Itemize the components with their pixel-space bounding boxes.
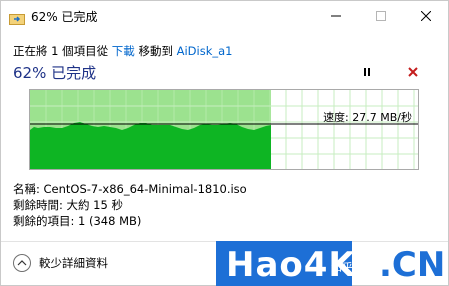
window-title: 62% 已完成	[31, 10, 98, 24]
speed-area	[30, 122, 271, 169]
transfer-prefix: 正在將 1 個項目從	[13, 44, 109, 58]
pause-button[interactable]	[359, 64, 375, 80]
time-remaining: 剩餘時間: 大約 15 秒	[13, 198, 123, 212]
transfer-middle: 移動到	[138, 44, 173, 58]
progress-headline: 62% 已完成	[13, 64, 97, 82]
file-transfer-dialog: 62% 已完成 正在將 1 個項目從 下載 移動到 AiDisk_a1 62% …	[0, 0, 449, 286]
file-name: 名稱: CentOS-7-x86_64-Minimal-1810.iso	[13, 182, 247, 196]
close-icon	[420, 11, 431, 21]
watermark-suffix: .CN	[379, 245, 446, 285]
chevron-up-icon	[13, 254, 31, 272]
details-label: 較少詳細資料	[39, 256, 108, 270]
speed-graph: 速度: 27.7 MB/秒	[29, 89, 419, 170]
cancel-icon	[408, 67, 418, 77]
speed-graph-canvas	[30, 90, 418, 169]
pause-icon	[364, 68, 370, 76]
title-bar[interactable]: 62% 已完成	[1, 1, 448, 32]
destination-folder-link[interactable]: AiDisk_a1	[177, 44, 233, 58]
speed-label: 速度: 27.7 MB/秒	[323, 111, 412, 124]
transfer-description: 正在將 1 個項目從 下載 移動到 AiDisk_a1	[13, 43, 233, 59]
maximize-icon	[375, 11, 386, 21]
close-button[interactable]	[403, 1, 448, 31]
fewer-details-button[interactable]: 較少詳細資料	[13, 254, 108, 272]
copy-progress-icon	[9, 10, 25, 25]
cancel-button[interactable]	[405, 64, 421, 80]
maximize-button[interactable]	[358, 1, 403, 31]
items-remaining: 剩餘的項目: 1 (348 MB)	[13, 214, 142, 228]
minimize-icon	[330, 15, 341, 17]
minimize-button[interactable]	[313, 1, 358, 31]
source-folder-link[interactable]: 下載	[112, 44, 135, 58]
